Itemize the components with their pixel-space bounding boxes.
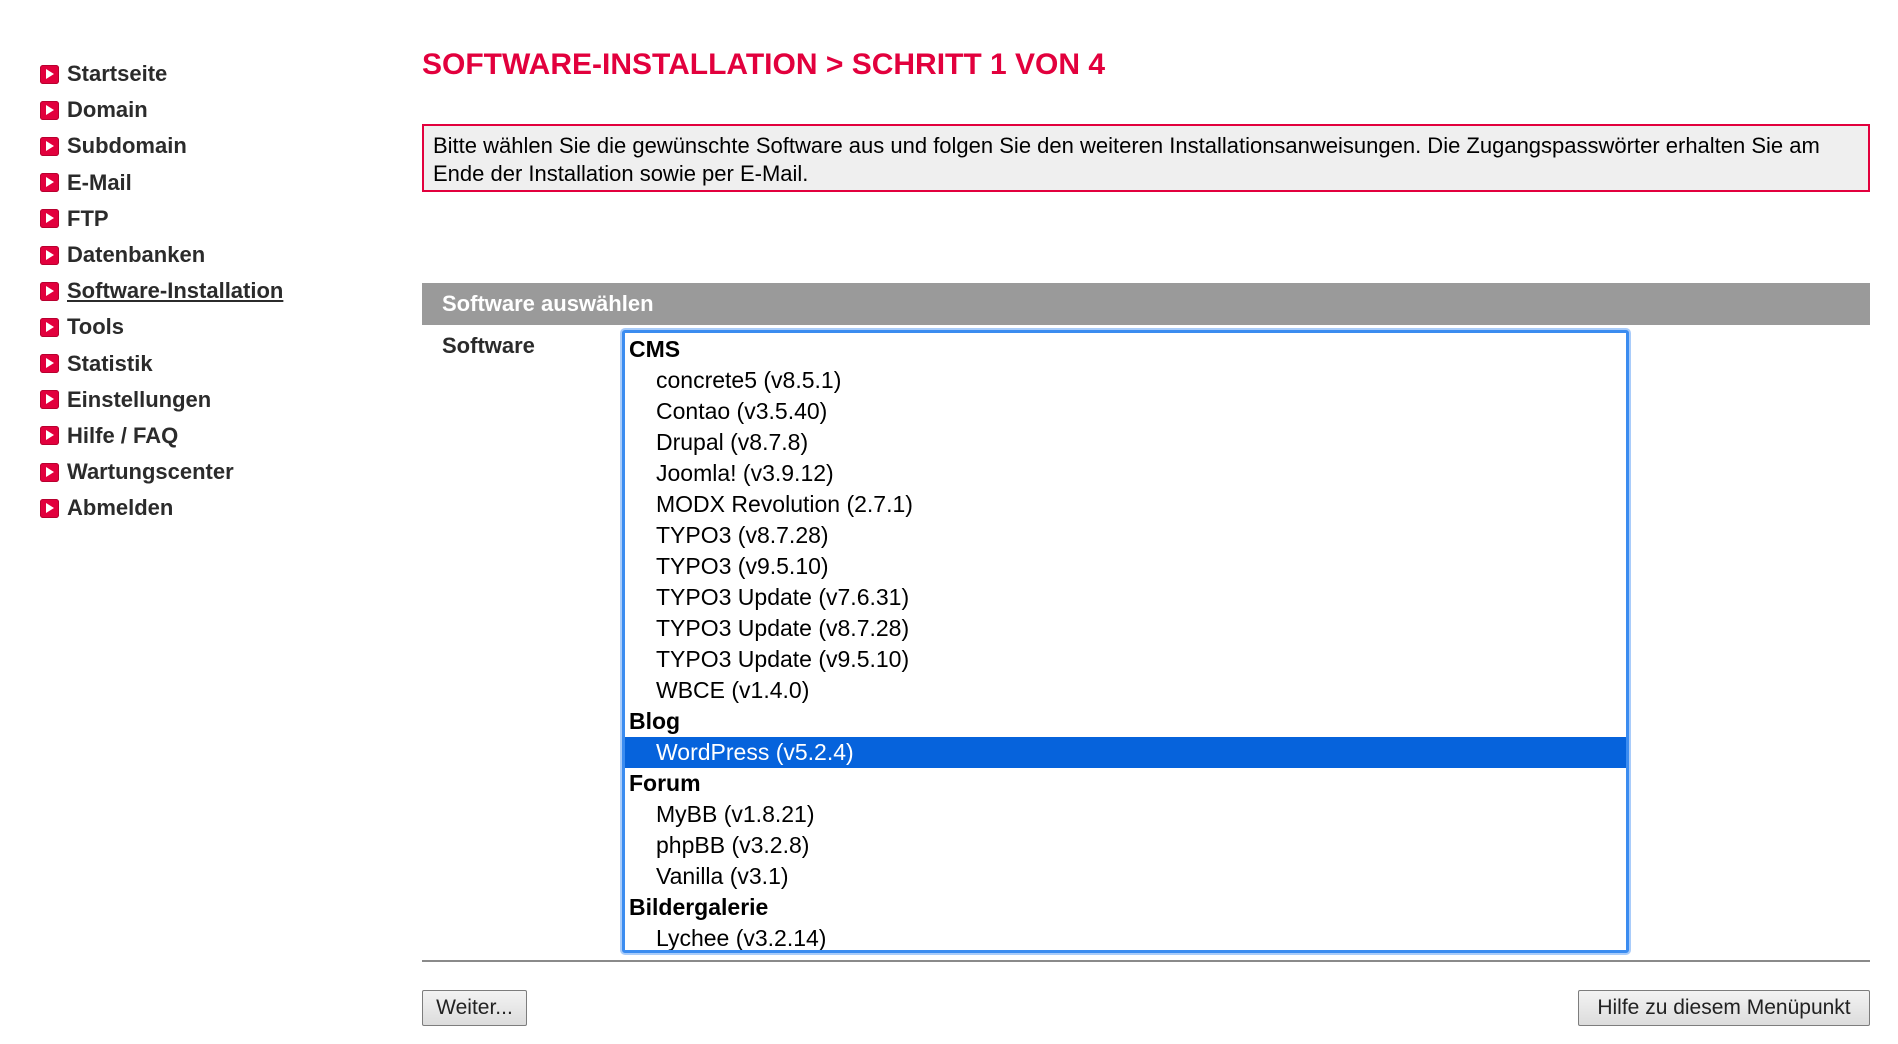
sidebar-item-label: FTP bbox=[67, 205, 109, 231]
sidebar-item-label: Hilfe / FAQ bbox=[67, 422, 179, 448]
sidebar-item-tools[interactable]: Tools bbox=[40, 309, 360, 345]
sidebar-nav: Startseite Domain Subdomain E-Mail FTP D… bbox=[40, 56, 360, 526]
sidebar-item-ftp[interactable]: FTP bbox=[40, 201, 360, 237]
sidebar-item-wartungscenter[interactable]: Wartungscenter bbox=[40, 454, 360, 490]
next-button[interactable]: Weiter... bbox=[422, 990, 527, 1026]
arrow-bullet-icon bbox=[40, 426, 59, 446]
software-option[interactable]: MODX Revolution (2.7.1) bbox=[625, 489, 1626, 520]
arrow-bullet-icon bbox=[40, 136, 59, 156]
software-option[interactable]: Contao (v3.5.40) bbox=[625, 396, 1626, 427]
sidebar-item-hilfe-faq[interactable]: Hilfe / FAQ bbox=[40, 418, 360, 454]
software-option[interactable]: TYPO3 Update (v7.6.31) bbox=[625, 582, 1626, 613]
arrow-bullet-icon bbox=[40, 354, 59, 374]
arrow-bullet-icon bbox=[40, 462, 59, 482]
sidebar-item-email[interactable]: E-Mail bbox=[40, 165, 360, 201]
arrow-bullet-icon bbox=[40, 64, 59, 84]
arrow-bullet-icon bbox=[40, 317, 59, 337]
sidebar-item-label: Statistik bbox=[67, 350, 153, 376]
software-option[interactable]: WBCE (v1.4.0) bbox=[625, 675, 1626, 706]
sidebar-item-einstellungen[interactable]: Einstellungen bbox=[40, 382, 360, 418]
arrow-bullet-icon bbox=[40, 100, 59, 120]
arrow-bullet-icon bbox=[40, 173, 59, 193]
sidebar-item-statistik[interactable]: Statistik bbox=[40, 346, 360, 382]
software-option[interactable]: TYPO3 Update (v9.5.10) bbox=[625, 644, 1626, 675]
software-option[interactable]: TYPO3 Update (v8.7.28) bbox=[625, 613, 1626, 644]
sidebar-item-label: Einstellungen bbox=[67, 386, 212, 412]
help-button[interactable]: Hilfe zu diesem Menüpunkt bbox=[1578, 990, 1870, 1026]
software-option[interactable]: concrete5 (v8.5.1) bbox=[625, 365, 1626, 396]
sidebar-item-label: Subdomain bbox=[67, 133, 187, 159]
sidebar-item-software-installation[interactable]: Software-Installation bbox=[40, 273, 360, 309]
page-title: SOFTWARE-INSTALLATION > SCHRITT 1 VON 4 bbox=[422, 48, 1106, 81]
optgroup-label-bildergalerie: Bildergalerie bbox=[629, 894, 769, 920]
software-option[interactable]: Drupal (v8.7.8) bbox=[625, 427, 1626, 458]
sidebar-item-label: E-Mail bbox=[67, 169, 132, 195]
optgroup-label-forum: Forum bbox=[629, 770, 701, 796]
arrow-bullet-icon bbox=[40, 281, 59, 301]
sidebar-item-datenbanken[interactable]: Datenbanken bbox=[40, 237, 360, 273]
arrow-bullet-icon bbox=[40, 390, 59, 410]
sidebar-item-label: Abmelden bbox=[67, 495, 174, 521]
section-header: Software auswählen bbox=[422, 283, 1870, 325]
sidebar-item-startseite[interactable]: Startseite bbox=[40, 56, 360, 92]
sidebar-item-label: Tools bbox=[67, 314, 125, 340]
sidebar-item-domain[interactable]: Domain bbox=[40, 92, 360, 128]
software-option[interactable]: Vanilla (v3.1) bbox=[625, 861, 1626, 892]
sidebar-item-label: Wartungscenter bbox=[67, 459, 234, 485]
info-message: Bitte wählen Sie die gewünschte Software… bbox=[422, 124, 1870, 192]
arrow-bullet-icon bbox=[40, 498, 59, 518]
software-field-label: Software bbox=[442, 333, 535, 358]
form-divider bbox=[422, 960, 1870, 962]
software-option-selected[interactable]: WordPress (v5.2.4) bbox=[625, 737, 1626, 768]
arrow-bullet-icon bbox=[40, 209, 59, 229]
arrow-bullet-icon bbox=[40, 245, 59, 265]
sidebar-item-label: Startseite bbox=[67, 61, 168, 87]
optgroup-label-cms: CMS bbox=[629, 336, 681, 362]
software-option[interactable]: phpBB (v3.2.8) bbox=[625, 830, 1626, 861]
software-option[interactable]: TYPO3 (v9.5.10) bbox=[625, 551, 1626, 582]
optgroup-label-blog: Blog bbox=[629, 708, 681, 734]
sidebar-item-subdomain[interactable]: Subdomain bbox=[40, 128, 360, 164]
sidebar-item-label: Datenbanken bbox=[67, 242, 206, 268]
sidebar-item-label: Software-Installation bbox=[67, 278, 284, 304]
software-option[interactable]: Joomla! (v3.9.12) bbox=[625, 458, 1626, 489]
sidebar-item-label: Domain bbox=[67, 97, 148, 123]
software-option[interactable]: TYPO3 (v8.7.28) bbox=[625, 520, 1626, 551]
sidebar-item-abmelden[interactable]: Abmelden bbox=[40, 490, 360, 526]
software-option[interactable]: MyBB (v1.8.21) bbox=[625, 799, 1626, 830]
software-option[interactable]: Lychee (v3.2.14) bbox=[625, 923, 1626, 950]
software-listbox[interactable]: CMS concrete5 (v8.5.1) Contao (v3.5.40) … bbox=[622, 330, 1629, 953]
